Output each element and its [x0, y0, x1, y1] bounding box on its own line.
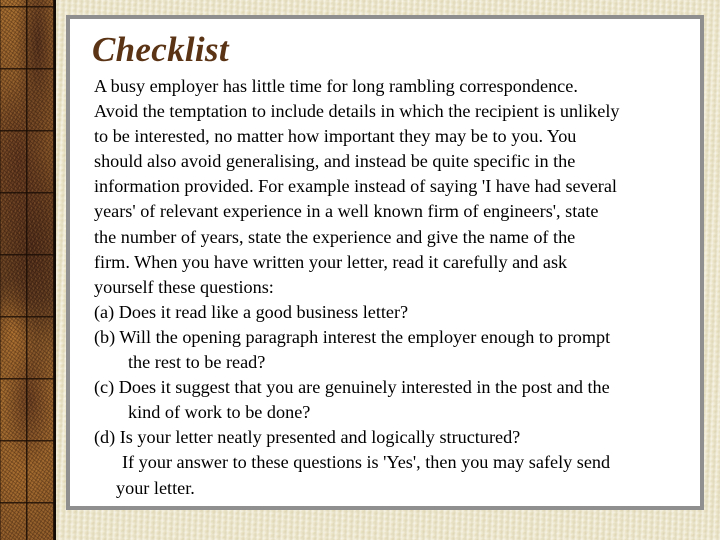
decorative-left-border-strip	[0, 0, 56, 540]
body-line: (d) Is your letter neatly presented and …	[94, 427, 521, 448]
page-title: Checklist	[92, 30, 229, 69]
body-line: should also avoid generalising, and inst…	[94, 151, 576, 172]
body-line: years' of relevant experience in a well …	[94, 201, 599, 222]
slide-panel-inner: Checklist A busy employer has little tim…	[70, 19, 700, 506]
body-line: the number of years, state the experienc…	[94, 226, 576, 247]
body-line: Avoid the temptation to include details …	[94, 101, 620, 122]
body-line: the rest to be read?	[128, 352, 266, 373]
strip-grid-lines	[0, 0, 54, 540]
body-line: firm. When you have written your letter,…	[94, 251, 568, 272]
body-line: information provided. For example instea…	[94, 176, 617, 197]
body-line: (b) Will the opening paragraph interest …	[94, 326, 611, 347]
body-line: your letter.	[116, 477, 195, 498]
slide-content-panel: Checklist A busy employer has little tim…	[66, 15, 704, 510]
body-line: yourself these questions:	[94, 276, 274, 297]
slide-body-text: A busy employer has little time for long…	[94, 74, 720, 501]
body-line: (c) Does it suggest that you are genuine…	[94, 377, 610, 398]
body-line: to be interested, no matter how importan…	[94, 126, 577, 147]
body-line: kind of work to be done?	[128, 402, 311, 423]
body-line: A busy employer has little time for long…	[94, 76, 578, 96]
body-line: (a) Does it read like a good business le…	[94, 301, 409, 322]
body-line: If your answer to these questions is 'Ye…	[122, 452, 611, 473]
